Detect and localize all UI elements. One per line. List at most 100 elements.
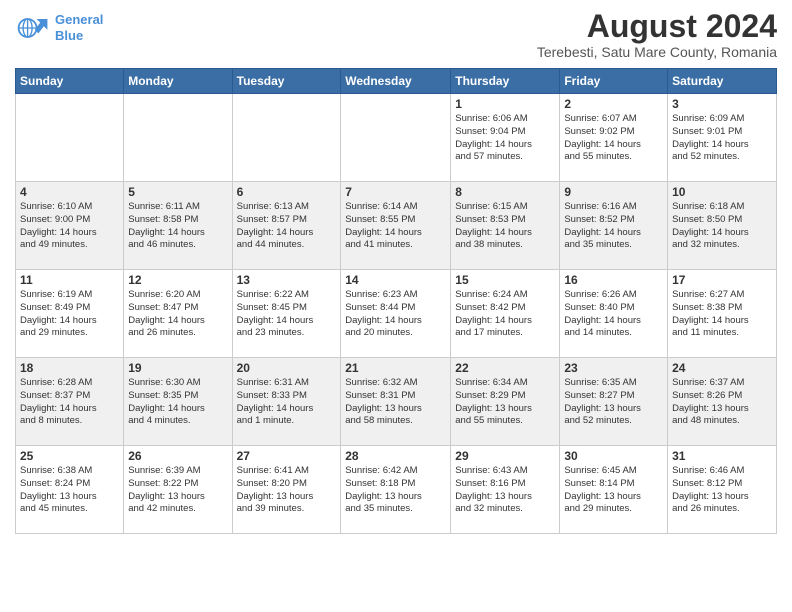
week-row-2: 4Sunrise: 6:10 AMSunset: 9:00 PMDaylight…	[16, 182, 777, 270]
calendar: Sunday Monday Tuesday Wednesday Thursday…	[15, 68, 777, 534]
day-info: Sunrise: 6:14 AMSunset: 8:55 PMDaylight:…	[345, 201, 446, 252]
day-number: 1	[455, 97, 555, 111]
week-row-4: 18 Sunrise: 6:28 AMSunset: 8:37 PMDayligh…	[16, 358, 777, 446]
day-number: 17	[672, 273, 772, 287]
calendar-cell-w4-d4: 22 Sunrise: 6:34 AMSunset: 8:29 PMDayligh…	[451, 358, 560, 446]
calendar-cell-w5-d2: 27 Sunrise: 6:41 AMSunset: 8:20 PMDayligh…	[232, 446, 341, 534]
calendar-cell-w4-d3: 21 Sunrise: 6:32 AMSunset: 8:31 PMDayligh…	[341, 358, 451, 446]
calendar-cell-w3-d0: 11 Sunrise: 6:19 AMSunset: 8:49 PMDayligh…	[16, 270, 124, 358]
logo-line1: General	[55, 12, 103, 27]
day-number: 28	[345, 449, 446, 463]
day-info: Sunrise: 6:41 AMSunset: 8:20 PMDaylight:…	[237, 465, 337, 516]
day-info: Sunrise: 6:15 AMSunset: 8:53 PMDaylight:…	[455, 201, 555, 252]
day-info: Sunrise: 6:46 AMSunset: 8:12 PMDaylight:…	[672, 465, 772, 516]
day-number: 10	[672, 185, 772, 199]
day-info: Sunrise: 6:42 AMSunset: 8:18 PMDaylight:…	[345, 465, 446, 516]
day-number: 15	[455, 273, 555, 287]
calendar-cell-w1-d6: 3 Sunrise: 6:09 AMSunset: 9:01 PMDaylight…	[668, 94, 777, 182]
calendar-cell-w5-d4: 29Sunrise: 6:43 AMSunset: 8:16 PMDayligh…	[451, 446, 560, 534]
calendar-cell-w3-d2: 13 Sunrise: 6:22 AMSunset: 8:45 PMDayligh…	[232, 270, 341, 358]
day-number: 18	[20, 361, 119, 375]
day-info: Sunrise: 6:19 AMSunset: 8:49 PMDaylight:…	[20, 289, 119, 340]
calendar-cell-w1-d1	[124, 94, 232, 182]
header-tuesday: Tuesday	[232, 69, 341, 94]
day-number: 8	[455, 185, 555, 199]
header: General Blue August 2024 Terebesti, Satu…	[15, 10, 777, 60]
calendar-cell-w2-d2: 6Sunrise: 6:13 AMSunset: 8:57 PMDaylight…	[232, 182, 341, 270]
day-info: Sunrise: 6:39 AMSunset: 8:22 PMDaylight:…	[128, 465, 227, 516]
day-info: Sunrise: 6:24 AMSunset: 8:42 PMDaylight:…	[455, 289, 555, 340]
day-info: Sunrise: 6:11 AMSunset: 8:58 PMDaylight:…	[128, 201, 227, 252]
day-number: 4	[20, 185, 119, 199]
calendar-cell-w4-d0: 18 Sunrise: 6:28 AMSunset: 8:37 PMDayligh…	[16, 358, 124, 446]
day-number: 5	[128, 185, 227, 199]
week-row-1: 1 Sunrise: 6:06 AMSunset: 9:04 PMDaylight…	[16, 94, 777, 182]
calendar-cell-w3-d4: 15 Sunrise: 6:24 AMSunset: 8:42 PMDayligh…	[451, 270, 560, 358]
calendar-cell-w2-d0: 4Sunrise: 6:10 AMSunset: 9:00 PMDaylight…	[16, 182, 124, 270]
day-number: 20	[237, 361, 337, 375]
day-number: 13	[237, 273, 337, 287]
calendar-cell-w2-d4: 8 Sunrise: 6:15 AMSunset: 8:53 PMDaylight…	[451, 182, 560, 270]
header-monday: Monday	[124, 69, 232, 94]
day-info: Sunrise: 6:22 AMSunset: 8:45 PMDaylight:…	[237, 289, 337, 340]
day-number: 30	[564, 449, 663, 463]
calendar-cell-w1-d0	[16, 94, 124, 182]
day-number: 27	[237, 449, 337, 463]
title-area: August 2024 Terebesti, Satu Mare County,…	[537, 10, 777, 60]
day-info: Sunrise: 6:38 AMSunset: 8:24 PMDaylight:…	[20, 465, 119, 516]
day-info: Sunrise: 6:43 AMSunset: 8:16 PMDaylight:…	[455, 465, 555, 516]
logo-text: General Blue	[55, 12, 103, 43]
day-number: 19	[128, 361, 227, 375]
day-number: 3	[672, 97, 772, 111]
day-info: Sunrise: 6:23 AMSunset: 8:44 PMDaylight:…	[345, 289, 446, 340]
week-row-5: 25 Sunrise: 6:38 AMSunset: 8:24 PMDayligh…	[16, 446, 777, 534]
day-info: Sunrise: 6:30 AMSunset: 8:35 PMDaylight:…	[128, 377, 227, 428]
page: General Blue August 2024 Terebesti, Satu…	[0, 0, 792, 612]
day-number: 16	[564, 273, 663, 287]
day-number: 14	[345, 273, 446, 287]
calendar-cell-w5-d6: 31 Sunrise: 6:46 AMSunset: 8:12 PMDayligh…	[668, 446, 777, 534]
day-info: Sunrise: 6:18 AMSunset: 8:50 PMDaylight:…	[672, 201, 772, 252]
day-info: Sunrise: 6:35 AMSunset: 8:27 PMDaylight:…	[564, 377, 663, 428]
calendar-cell-w3-d1: 12 Sunrise: 6:20 AMSunset: 8:47 PMDayligh…	[124, 270, 232, 358]
logo: General Blue	[15, 10, 103, 46]
calendar-cell-w3-d6: 17 Sunrise: 6:27 AMSunset: 8:38 PMDayligh…	[668, 270, 777, 358]
day-info: Sunrise: 6:06 AMSunset: 9:04 PMDaylight:…	[455, 113, 555, 164]
day-number: 11	[20, 273, 119, 287]
header-thursday: Thursday	[451, 69, 560, 94]
header-saturday: Saturday	[668, 69, 777, 94]
day-number: 9	[564, 185, 663, 199]
location: Terebesti, Satu Mare County, Romania	[537, 44, 777, 60]
day-info: Sunrise: 6:27 AMSunset: 8:38 PMDaylight:…	[672, 289, 772, 340]
calendar-cell-w1-d3	[341, 94, 451, 182]
day-number: 31	[672, 449, 772, 463]
week-row-3: 11 Sunrise: 6:19 AMSunset: 8:49 PMDayligh…	[16, 270, 777, 358]
day-number: 22	[455, 361, 555, 375]
day-number: 7	[345, 185, 446, 199]
day-number: 21	[345, 361, 446, 375]
calendar-cell-w4-d5: 23 Sunrise: 6:35 AMSunset: 8:27 PMDayligh…	[560, 358, 668, 446]
day-number: 25	[20, 449, 119, 463]
day-info: Sunrise: 6:45 AMSunset: 8:14 PMDaylight:…	[564, 465, 663, 516]
calendar-cell-w4-d1: 19 Sunrise: 6:30 AMSunset: 8:35 PMDayligh…	[124, 358, 232, 446]
day-info: Sunrise: 6:20 AMSunset: 8:47 PMDaylight:…	[128, 289, 227, 340]
day-info: Sunrise: 6:32 AMSunset: 8:31 PMDaylight:…	[345, 377, 446, 428]
calendar-cell-w3-d3: 14 Sunrise: 6:23 AMSunset: 8:44 PMDayligh…	[341, 270, 451, 358]
calendar-cell-w2-d3: 7 Sunrise: 6:14 AMSunset: 8:55 PMDaylight…	[341, 182, 451, 270]
day-info: Sunrise: 6:37 AMSunset: 8:26 PMDaylight:…	[672, 377, 772, 428]
day-info: Sunrise: 6:16 AMSunset: 8:52 PMDaylight:…	[564, 201, 663, 252]
day-number: 12	[128, 273, 227, 287]
day-info: Sunrise: 6:28 AMSunset: 8:37 PMDaylight:…	[20, 377, 119, 428]
calendar-cell-w5-d0: 25 Sunrise: 6:38 AMSunset: 8:24 PMDayligh…	[16, 446, 124, 534]
calendar-cell-w1-d5: 2Sunrise: 6:07 AMSunset: 9:02 PMDaylight…	[560, 94, 668, 182]
day-info: Sunrise: 6:09 AMSunset: 9:01 PMDaylight:…	[672, 113, 772, 164]
calendar-cell-w5-d5: 30 Sunrise: 6:45 AMSunset: 8:14 PMDayligh…	[560, 446, 668, 534]
weekday-header-row: Sunday Monday Tuesday Wednesday Thursday…	[16, 69, 777, 94]
day-number: 2	[564, 97, 663, 111]
day-info: Sunrise: 6:34 AMSunset: 8:29 PMDaylight:…	[455, 377, 555, 428]
header-sunday: Sunday	[16, 69, 124, 94]
header-wednesday: Wednesday	[341, 69, 451, 94]
day-info: Sunrise: 6:13 AMSunset: 8:57 PMDaylight:…	[237, 201, 337, 252]
day-number: 23	[564, 361, 663, 375]
header-friday: Friday	[560, 69, 668, 94]
